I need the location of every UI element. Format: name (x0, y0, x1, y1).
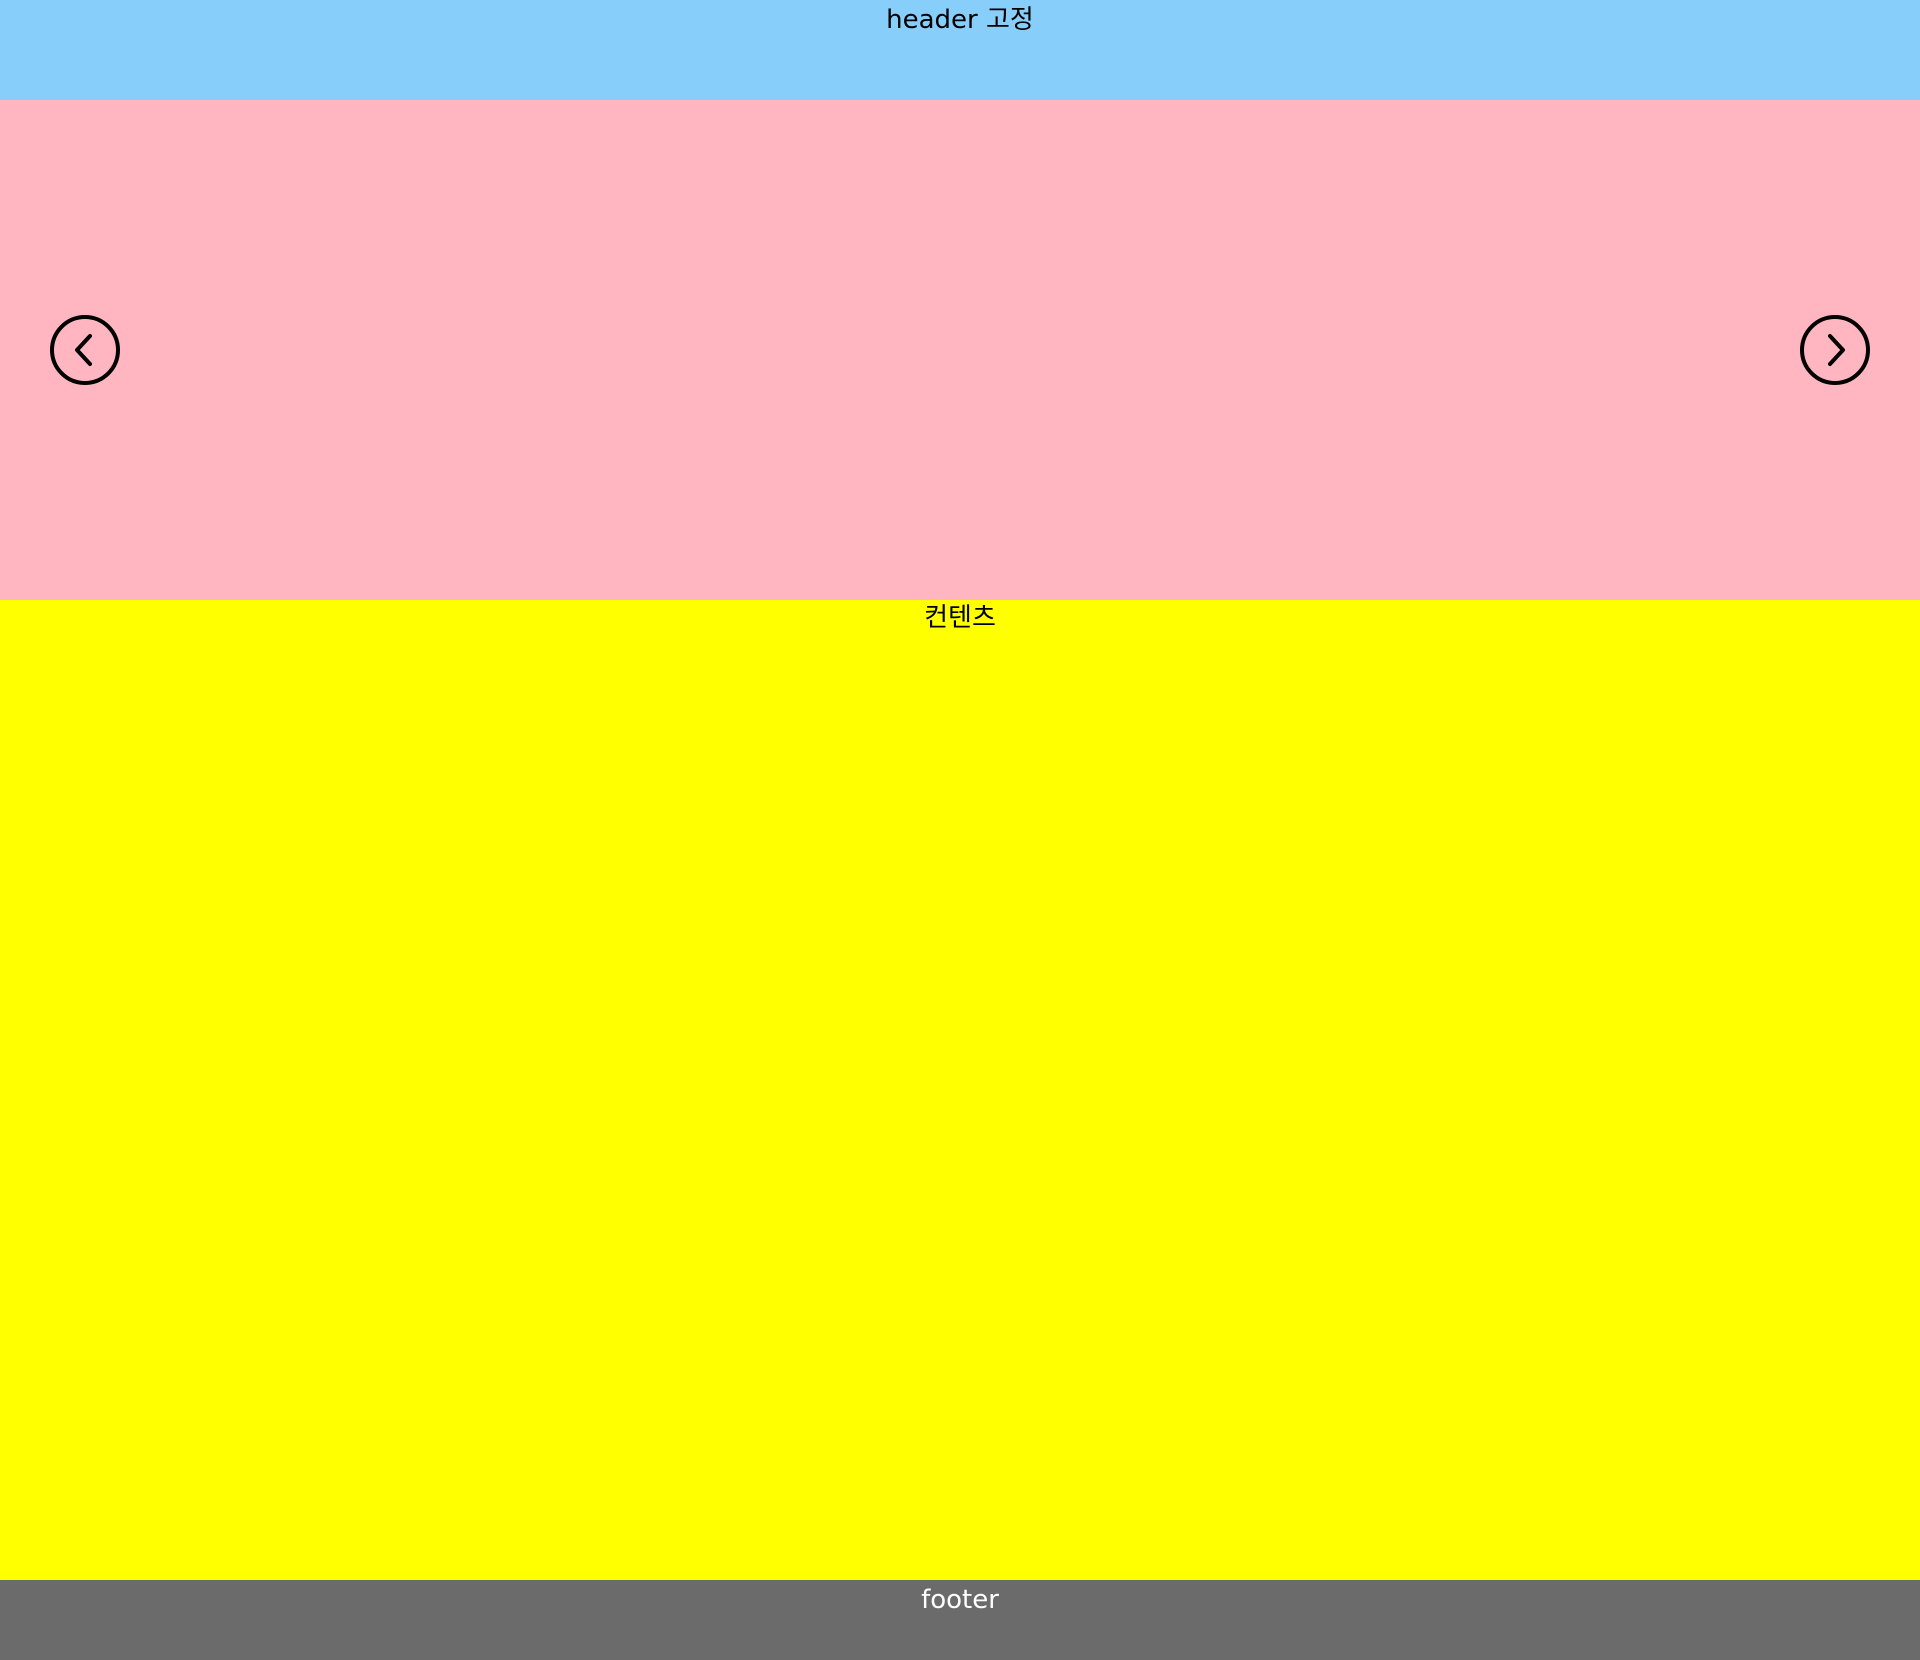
chevron-right-circle-icon (1800, 315, 1870, 385)
footer: footer (0, 1580, 1920, 1660)
header-title: header 고정 (886, 5, 1034, 35)
footer-title: footer (921, 1585, 999, 1615)
content-title: 컨텐츠 (924, 603, 996, 633)
image-slider (0, 100, 1920, 600)
fixed-header: header 고정 (0, 0, 1920, 100)
slider-next-button[interactable] (1798, 313, 1872, 387)
page: header 고정 컨텐츠 footer (0, 0, 1920, 1660)
content-section: 컨텐츠 (0, 600, 1920, 1580)
chevron-left-circle-icon (50, 315, 120, 385)
slider-prev-button[interactable] (48, 313, 122, 387)
